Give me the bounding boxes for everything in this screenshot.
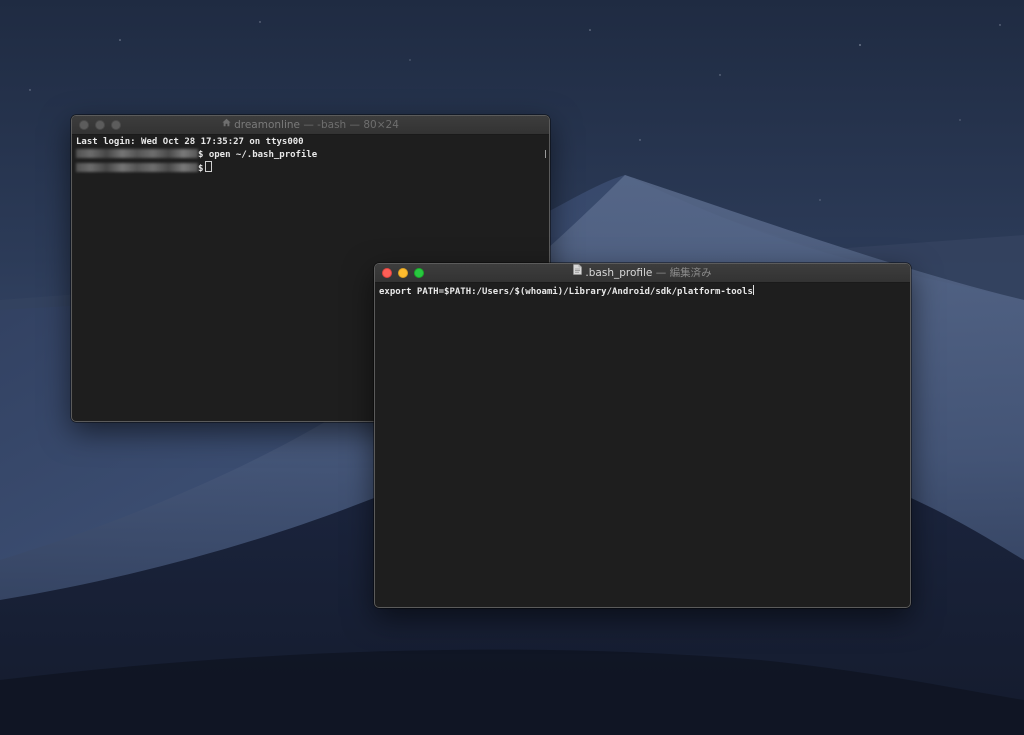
redacted-hostname [76,148,198,158]
terminal-command: open ~/.bash_profile [203,149,318,160]
terminal-line-prompt: $ [76,161,545,176]
terminal-title-rest: — -bash — 80×24 [300,119,399,131]
editor-window-title: .bash_profile — 編集済み [375,264,910,282]
terminal-prompt: $ [198,164,204,174]
ibeam-cursor-icon [545,150,549,158]
home-icon [222,116,231,133]
terminal-content[interactable]: Last login: Wed Oct 28 17:35:27 on ttys0… [72,135,549,178]
editor-text-line: export PATH=$PATH:/Users/$(whoami)/Libra… [379,287,753,297]
editor-content[interactable]: export PATH=$PATH:/Users/$(whoami)/Libra… [375,283,910,301]
editor-filename: .bash_profile [585,267,653,279]
terminal-title-user: dreamonline [234,119,300,131]
editor-edited-status: — 編集済み [652,267,712,279]
editor-window[interactable]: .bash_profile — 編集済み export PATH=$PATH:/… [374,263,911,608]
terminal-line-last-login: Last login: Wed Oct 28 17:35:27 on ttys0… [76,137,304,147]
terminal-cursor [205,161,213,172]
redacted-hostname [76,163,198,172]
terminal-line-command: $ open ~/.bash_profile [76,148,545,162]
document-icon [573,264,583,281]
desktop: dreamonline — -bash — 80×24 Last login: … [0,0,1024,735]
editor-titlebar[interactable]: .bash_profile — 編集済み [375,264,910,283]
terminal-window-title: dreamonline — -bash — 80×24 [72,116,549,134]
terminal-titlebar[interactable]: dreamonline — -bash — 80×24 [72,116,549,135]
editor-text-cursor [752,285,754,295]
